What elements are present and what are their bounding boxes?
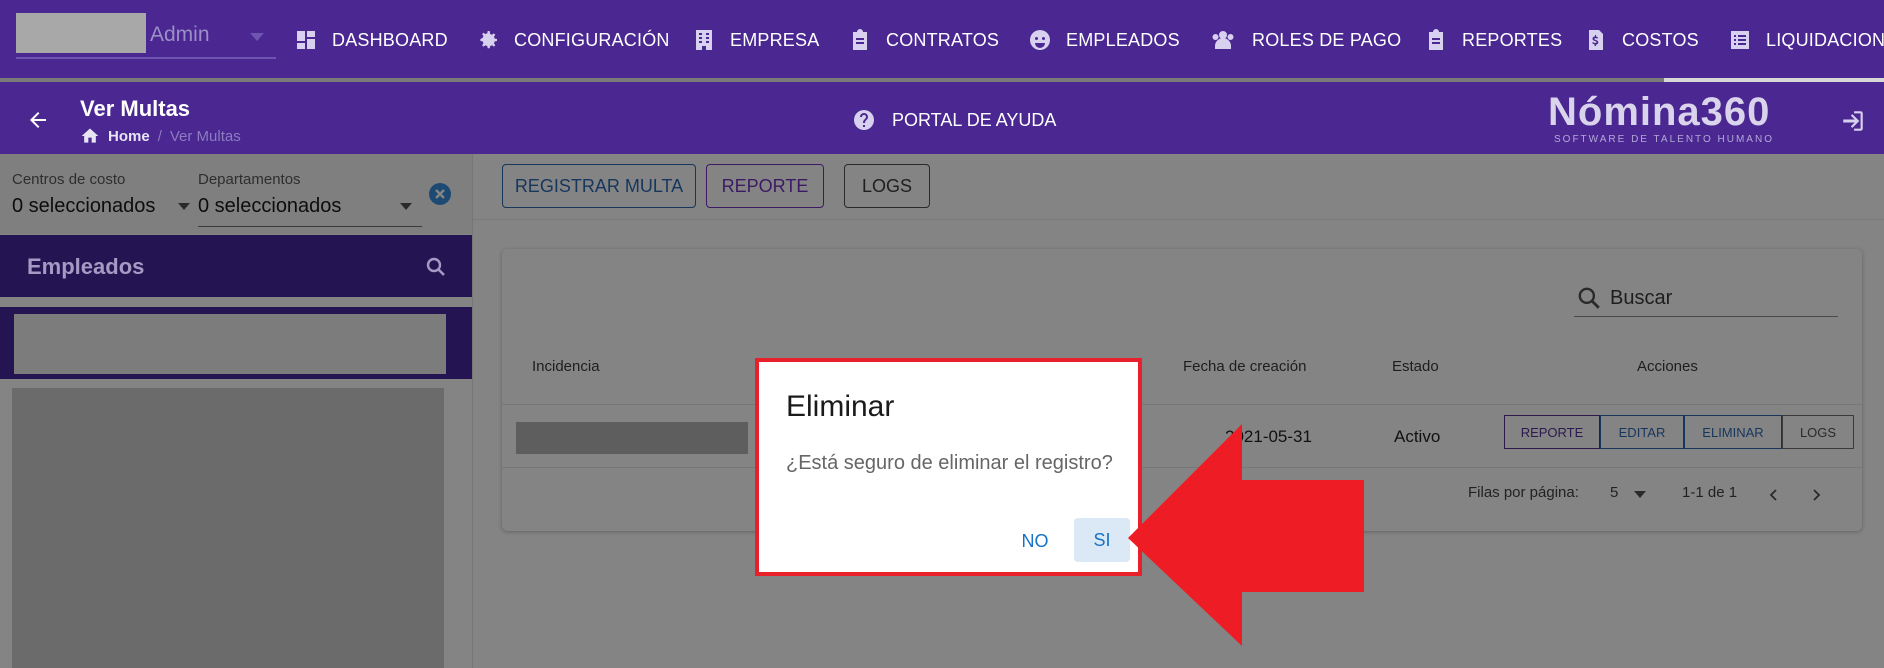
face-icon: [1030, 30, 1050, 50]
breadcrumb-current: Ver Multas: [169, 127, 241, 145]
delete-confirm-dialog: Eliminar ¿Está seguro de eliminar el reg…: [755, 358, 1142, 576]
nav-configuracion[interactable]: CONFIGURACIÓN: [476, 24, 670, 56]
nav-liquidaciones[interactable]: LIQUIDACIONES: [1728, 24, 1884, 56]
nav-contratos[interactable]: CONTRATOS: [848, 24, 999, 56]
page-title: Ver Multas: [80, 96, 191, 121]
logout-icon[interactable]: [1840, 108, 1866, 134]
selected-employee-redacted: [14, 314, 446, 374]
help-portal-link[interactable]: PORTAL DE AYUDA: [852, 108, 1056, 132]
column-header-status[interactable]: Estado: [1392, 358, 1439, 375]
cost-center-select[interactable]: 0 seleccionados: [12, 195, 155, 218]
red-arrow-annotation-icon: [1128, 424, 1364, 646]
scroll-track: [0, 78, 1884, 82]
row-report-button[interactable]: REPORTE: [1504, 415, 1600, 449]
brand-logo: Nómina360: [1548, 90, 1771, 134]
rows-per-page-select[interactable]: 5: [1610, 484, 1618, 501]
page-header: Ver Multas Home / Ver Multas PORTAL DE A…: [0, 84, 1884, 154]
department-underline: [198, 226, 422, 227]
clipboard-icon: [1429, 29, 1443, 50]
nav-label: CONFIGURACIÓN: [514, 29, 670, 50]
dialog-title: Eliminar: [786, 390, 895, 423]
arrow-back-icon[interactable]: [26, 108, 50, 132]
nav-empresa[interactable]: EMPRESA: [692, 24, 819, 56]
dialog-no-button[interactable]: NO: [1009, 522, 1061, 560]
search-icon: [1578, 287, 1600, 309]
nav-label: EMPRESA: [730, 29, 820, 50]
column-header-incidence[interactable]: Incidencia: [532, 358, 600, 375]
cost-center-label: Centros de costo: [12, 171, 126, 188]
logs-button[interactable]: LOGS: [844, 164, 930, 208]
report-button[interactable]: REPORTE: [706, 164, 824, 208]
clipboard-icon: [853, 29, 867, 50]
row-actions: REPORTE EDITAR ELIMINAR LOGS: [1504, 415, 1854, 449]
department-select[interactable]: 0 seleccionados: [198, 195, 341, 218]
chevron-left-icon[interactable]: [1766, 487, 1782, 503]
nav-label: ROLES DE PAGO: [1252, 29, 1402, 50]
breadcrumb: Home / Ver Multas: [80, 126, 241, 146]
nav-costos[interactable]: COSTOS: [1584, 24, 1699, 56]
help-label: PORTAL DE AYUDA: [892, 109, 1057, 130]
top-navbar: Admin DASHBOARD CONFIGURACIÓN EMPRESA CO…: [0, 0, 1884, 78]
selected-employee[interactable]: [0, 307, 472, 379]
scroll-thumb[interactable]: [1664, 78, 1884, 82]
nav-dashboard[interactable]: DASHBOARD: [294, 24, 448, 56]
clear-filter-icon[interactable]: [428, 182, 452, 206]
status-cell: Activo: [1394, 427, 1441, 446]
home-icon: [81, 128, 99, 143]
nav-empleados[interactable]: EMPLEADOS: [1028, 24, 1180, 56]
incidence-cell-redacted: [516, 422, 748, 454]
gear-icon: [480, 31, 497, 49]
chevron-down-icon: [1634, 491, 1646, 498]
column-header-actions: Acciones: [1637, 358, 1698, 375]
panel-divider: [472, 154, 473, 668]
nav-label: EMPLEADOS: [1066, 29, 1180, 50]
breadcrumb-separator: /: [157, 127, 162, 145]
dashboard-icon: [297, 31, 315, 49]
chevron-down-icon: [250, 33, 264, 41]
row-logs-button[interactable]: LOGS: [1782, 415, 1854, 449]
nav-reportes[interactable]: REPORTES: [1424, 24, 1562, 56]
nav-label: CONTRATOS: [886, 29, 1000, 50]
department-label: Departamentos: [198, 171, 301, 188]
user-name: Admin: [150, 23, 210, 46]
brand-tagline: SOFTWARE DE TALENTO HUMANO: [1554, 134, 1774, 145]
row-delete-button[interactable]: ELIMINAR: [1684, 415, 1782, 449]
building-icon: [696, 30, 712, 50]
employee-list-redacted[interactable]: [12, 388, 444, 668]
nav-label: COSTOS: [1622, 29, 1699, 50]
chevron-right-icon[interactable]: [1808, 487, 1824, 503]
chevron-down-icon: [400, 203, 412, 210]
nav-label: REPORTES: [1462, 29, 1563, 50]
filters-bar: Centros de costo 0 seleccionados Departa…: [0, 154, 472, 234]
row-edit-button[interactable]: EDITAR: [1600, 415, 1684, 449]
nav-roles-de-pago[interactable]: ROLES DE PAGO: [1208, 24, 1401, 56]
table-search[interactable]: [1574, 277, 1838, 317]
employees-panel-header: Empleados: [0, 235, 472, 297]
help-circle-icon: [854, 110, 874, 130]
people-icon: [1212, 31, 1234, 49]
search-input[interactable]: [1610, 285, 1830, 311]
rows-per-page-label: Filas por página:: [1468, 484, 1579, 501]
search-icon[interactable]: [424, 255, 448, 279]
dialog-message: ¿Está seguro de eliminar el registro?: [786, 452, 1113, 474]
breadcrumb-home[interactable]: Home: [108, 128, 150, 145]
user-menu[interactable]: Admin: [16, 13, 276, 59]
column-header-created[interactable]: Fecha de creación: [1183, 358, 1306, 375]
chevron-down-icon: [178, 203, 190, 210]
pagination-range: 1-1 de 1: [1682, 484, 1738, 501]
list-icon: [1731, 31, 1749, 49]
header-divider: [502, 404, 1862, 405]
dialog-yes-button[interactable]: SI: [1074, 518, 1130, 562]
nav-label: DASHBOARD: [332, 29, 448, 50]
employees-title: Empleados: [27, 254, 145, 279]
register-fine-button[interactable]: REGISTRAR MULTA: [502, 164, 696, 208]
toolbar-divider: [473, 219, 1884, 220]
user-avatar-redacted: [16, 13, 146, 53]
nav-label: LIQUIDACIONES: [1766, 29, 1884, 50]
invoice-dollar-icon: [1589, 30, 1603, 50]
